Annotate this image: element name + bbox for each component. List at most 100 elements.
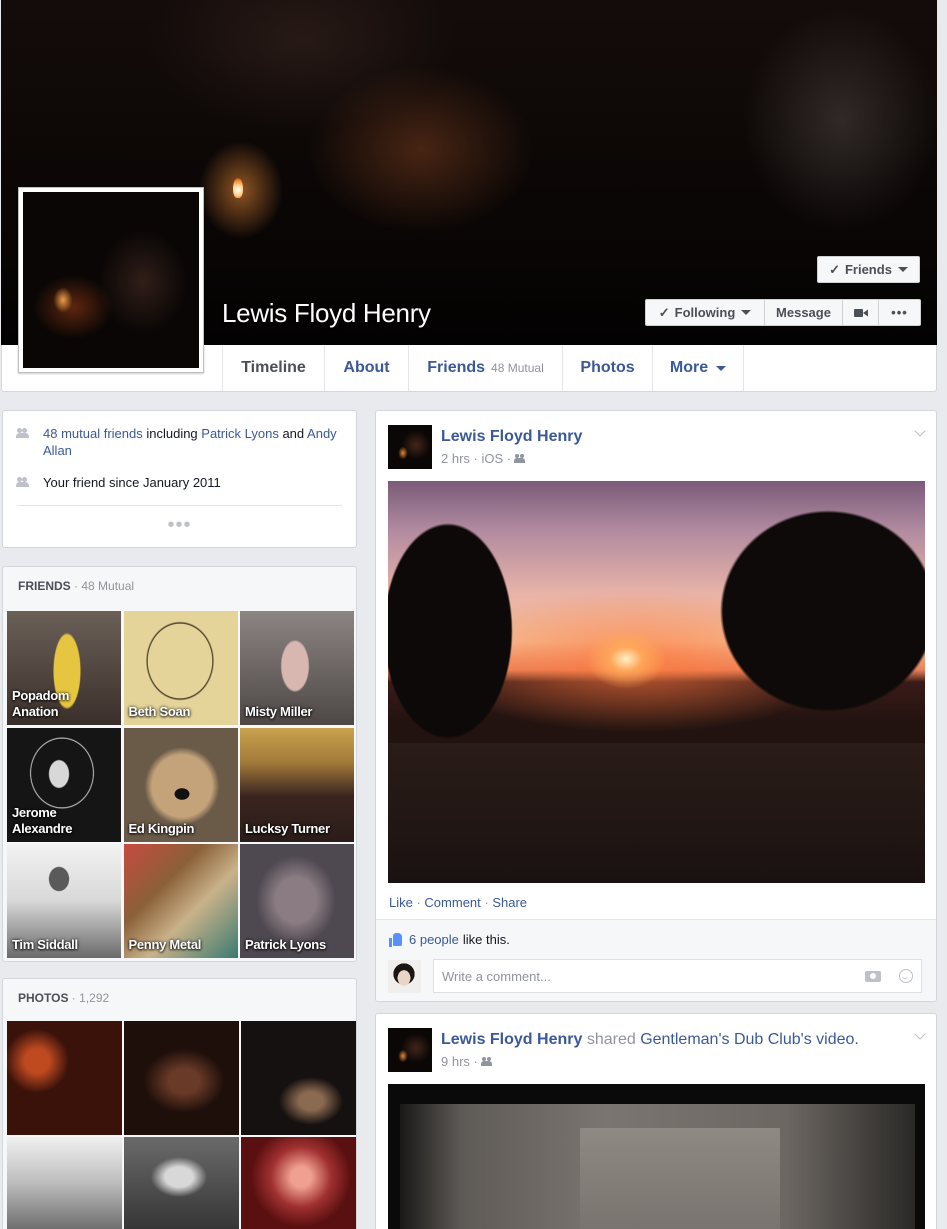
comment-composer: Write a comment... [388, 958, 922, 994]
profile-name[interactable]: Lewis Floyd Henry [222, 298, 431, 329]
likes-summary: 6 people like this. [389, 932, 510, 947]
more-dots-icon: ••• [891, 305, 908, 320]
like-link[interactable]: Like [389, 895, 413, 910]
post-options-chevron-icon[interactable] [914, 1028, 926, 1040]
friends-grid: Popadom Anation Beth Soan Misty Miller J… [7, 611, 354, 958]
photo-tree-left [388, 481, 538, 781]
photo-tile[interactable] [7, 1021, 122, 1135]
video-call-button[interactable] [843, 299, 879, 326]
post-feedback-area: 6 people like this. Write a comment... [376, 919, 936, 1001]
photo-tile[interactable] [7, 1137, 122, 1229]
friend-tile[interactable]: Misty Miller [240, 611, 354, 725]
post-author-name[interactable]: Lewis Floyd Henry [441, 428, 582, 446]
post-timestamp[interactable]: 2 hrs · iOS · [441, 451, 511, 466]
post-meta: 2 hrs · iOS · [441, 451, 527, 466]
friend-tile[interactable]: Beth Soan [123, 611, 238, 725]
photos-card-header[interactable]: PHOTOS · 1,292 [18, 991, 109, 1005]
intro-card: 48 mutual friends including Patrick Lyon… [2, 410, 357, 548]
photos-grid [7, 1021, 356, 1229]
following-button-label: Following [674, 305, 736, 320]
tab-more[interactable]: More [652, 345, 744, 391]
chevron-down-icon [716, 365, 727, 371]
post-headline: Lewis Floyd Henry shared Gentleman's Dub… [441, 1031, 859, 1049]
emoji-icon[interactable] [899, 969, 913, 983]
comment-input[interactable]: Write a comment... [433, 959, 922, 993]
video-frame [400, 1104, 915, 1229]
friends-card-header[interactable]: FRIENDS · 48 Mutual [18, 579, 134, 593]
audience-friends-icon[interactable] [480, 1057, 494, 1066]
comment-placeholder: Write a comment... [442, 968, 551, 984]
shared-video[interactable] [388, 1084, 925, 1229]
friend-name: Beth Soan [128, 704, 191, 719]
camera-icon[interactable] [865, 970, 881, 982]
post-actions: Like · Comment · Share [389, 895, 527, 910]
friend-tile[interactable]: Lucksy Turner [240, 727, 354, 842]
likers-link[interactable]: 6 people [409, 932, 459, 947]
intro-more-button[interactable]: ••• [3, 515, 356, 535]
shared-suffix: 's video. [800, 1031, 859, 1048]
post-meta: 9 hrs · [441, 1054, 494, 1069]
friends-button[interactable]: ✓ Friends [817, 256, 920, 283]
tab-label: Photos [580, 359, 635, 376]
photos-card-count: · 1,292 [68, 991, 110, 1005]
photos-card-title: PHOTOS [18, 991, 69, 1005]
profile-picture-image [23, 192, 199, 368]
friend-tile[interactable]: Tim Siddall [7, 844, 121, 958]
friend-tile[interactable]: Popadom Anation [7, 611, 121, 725]
mutual-friends-link[interactable]: 48 mutual friends [43, 426, 143, 441]
viewer-avatar [388, 959, 421, 993]
tab-label: Friends [427, 359, 486, 376]
friend-tile[interactable]: Patrick Lyons [240, 844, 354, 958]
post-author-avatar[interactable] [388, 1028, 432, 1072]
post-options-chevron-icon[interactable] [914, 425, 926, 437]
profile-picture[interactable] [18, 187, 204, 373]
shared-page-link[interactable]: Gentleman's Dub Club [640, 1031, 800, 1048]
timeline-post: Lewis Floyd Henry 2 hrs · iOS · Like · C… [375, 410, 937, 1002]
check-icon: ✓ [829, 261, 840, 277]
photo-tile[interactable] [241, 1021, 356, 1135]
post-author-avatar[interactable] [388, 425, 432, 469]
message-button[interactable]: Message [765, 299, 843, 326]
post-photo[interactable] [388, 481, 925, 883]
separator: · [412, 895, 425, 910]
shared-text: shared [582, 1031, 641, 1048]
video-panel [580, 1128, 780, 1229]
friend-tile[interactable]: Penny Metal [123, 844, 238, 958]
timeline-post: Lewis Floyd Henry shared Gentleman's Dub… [375, 1013, 937, 1229]
comment-link[interactable]: Comment [424, 895, 480, 910]
text-fragment: and [278, 426, 308, 441]
more-options-button[interactable]: ••• [879, 299, 921, 326]
post-timestamp[interactable]: 9 hrs · [441, 1054, 478, 1069]
photo-tile[interactable] [124, 1021, 239, 1135]
message-button-label: Message [776, 305, 831, 320]
people-icon [16, 477, 31, 487]
photos-card: PHOTOS · 1,292 [2, 978, 357, 1229]
friend-since-row: Your friend since January 2011 [16, 474, 221, 491]
tab-photos[interactable]: Photos [562, 345, 652, 391]
photo-tile[interactable] [124, 1137, 239, 1229]
tab-friends[interactable]: Friends 48 Mutual [408, 345, 562, 391]
text-fragment: including [142, 426, 202, 441]
mutual-friends-text: 48 mutual friends including Patrick Lyon… [43, 425, 347, 459]
friend-tile[interactable]: Jerome Alexandre [7, 727, 121, 842]
photo-tile[interactable] [241, 1137, 356, 1229]
audience-friends-icon[interactable] [514, 454, 527, 463]
mutual-friends-row: 48 mutual friends including Patrick Lyon… [16, 425, 347, 459]
tab-about[interactable]: About [324, 345, 408, 391]
tab-friends-mutual-count: 48 Mutual [491, 361, 544, 375]
following-button[interactable]: ✓ Following [645, 299, 765, 326]
friend-name: Ed Kingpin [128, 820, 195, 836]
friend-name: Patrick Lyons [245, 937, 326, 952]
tab-label: Timeline [241, 359, 306, 376]
friend-link-patrick[interactable]: Patrick Lyons [201, 426, 279, 441]
friends-card-title: FRIENDS [18, 579, 71, 593]
profile-actions: ✓ Following Message ••• [645, 299, 921, 326]
post-author-name[interactable]: Lewis Floyd Henry [441, 1031, 582, 1048]
photo-tree-right [668, 481, 925, 751]
friends-card: FRIENDS · 48 Mutual Popadom Anation Beth… [2, 566, 357, 962]
friend-tile[interactable]: Ed Kingpin [123, 727, 238, 842]
tab-timeline[interactable]: Timeline [222, 345, 324, 391]
friend-name: Popadom Anation [12, 688, 70, 719]
separator: · [480, 895, 493, 910]
share-link[interactable]: Share [492, 895, 527, 910]
